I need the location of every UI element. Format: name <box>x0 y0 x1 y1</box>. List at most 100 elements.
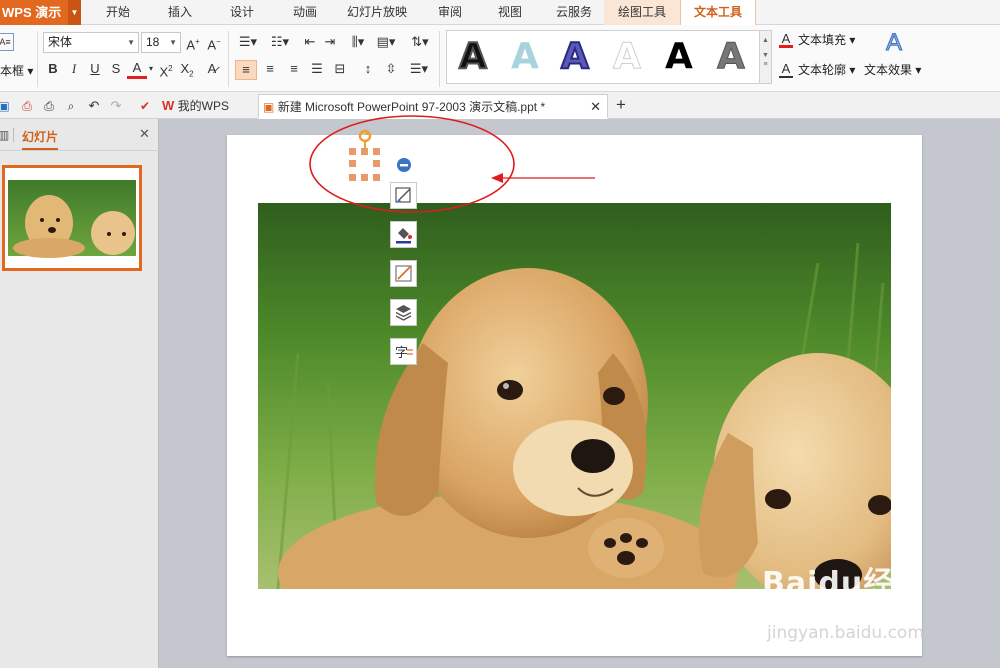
tab-design[interactable]: 设计 <box>220 0 264 25</box>
tab-animation[interactable]: 动画 <box>283 0 327 25</box>
wordart-style-2[interactable]: A <box>511 35 539 79</box>
print-icon[interactable]: ⎙ <box>41 97 57 115</box>
add-tab-icon[interactable]: + <box>612 96 630 114</box>
chevron-down-icon: ▼ <box>169 38 177 47</box>
bold-icon[interactable]: B <box>45 60 61 78</box>
print-preview-icon[interactable]: ⌕ <box>63 97 79 115</box>
text-wrap-button[interactable]: 字 <box>390 338 417 365</box>
text-effect-button[interactable]: 文本效果 ▾ <box>864 62 921 78</box>
ppt-file-icon: ▣ <box>263 100 275 114</box>
wordart-style-6[interactable]: A <box>717 35 746 79</box>
tab-text-tools[interactable]: 文本工具 <box>680 0 756 25</box>
underline-icon[interactable]: U <box>87 60 103 78</box>
layers-icon <box>395 305 412 321</box>
layers-button[interactable] <box>390 299 417 326</box>
tab-slides[interactable]: 幻灯片 <box>22 128 59 150</box>
justify-icon[interactable]: ☰ <box>308 60 326 78</box>
doc-tab-mywps[interactable]: W 我的WPS <box>158 94 256 119</box>
superscript-icon[interactable]: X2 <box>157 60 175 81</box>
bullet-list-icon[interactable]: ☰▾ <box>236 33 260 51</box>
tab-home[interactable]: 开始 <box>96 0 140 25</box>
wordart-style-5[interactable]: A <box>665 35 693 79</box>
align-text-icon[interactable]: ▤▾ <box>374 33 398 51</box>
wordart-style-1[interactable]: A <box>458 35 488 79</box>
font-color-icon[interactable]: A <box>127 59 147 79</box>
divider <box>228 31 229 87</box>
more-icon[interactable]: ≡ <box>760 61 771 68</box>
tab-slideshow[interactable]: 幻灯片放映 <box>342 0 412 25</box>
outline-tab-icon[interactable]: ▥ <box>0 128 9 142</box>
align-right-icon[interactable]: ≡ <box>285 60 303 78</box>
chevron-down-icon[interactable]: ▾ <box>147 60 155 78</box>
numbered-list-icon[interactable]: ☷▾ <box>268 33 292 51</box>
save-icon[interactable]: ▣ <box>0 97 11 115</box>
wordart-style-3[interactable]: A <box>560 35 590 79</box>
slide-thumbnail-image <box>5 168 139 268</box>
grow-font-icon[interactable]: A+ <box>185 33 201 52</box>
outline-button[interactable] <box>390 260 417 287</box>
textbox-icon[interactable]: A≡ <box>0 33 14 51</box>
text-wrap-icon: 字 <box>395 346 413 361</box>
text-orientation-icon[interactable]: ⇅▾ <box>408 33 432 51</box>
watermark-url: jingyan.baidu.com <box>767 623 924 643</box>
tab-insert[interactable]: 插入 <box>158 0 202 25</box>
divider <box>13 128 14 142</box>
app-name: WPS 演示 <box>2 5 62 20</box>
annotation-overlay <box>309 115 595 213</box>
puppies-image <box>258 203 891 589</box>
divider <box>439 31 440 87</box>
wordart-style-4[interactable]: A <box>613 35 642 79</box>
columns-icon[interactable]: ☰▾ <box>406 60 432 78</box>
line-spacing-icon[interactable]: ↕ <box>359 60 377 78</box>
slide-thumbnail-1[interactable] <box>2 165 142 271</box>
subscript-icon[interactable]: X2 <box>178 60 196 84</box>
tab-review[interactable]: 审阅 <box>428 0 472 25</box>
align-left-icon[interactable]: ≡ <box>235 60 257 80</box>
quick-access-more-icon[interactable]: ✔ <box>137 97 153 115</box>
slide-pane: ▥ 幻灯片 ✕ <box>0 119 159 668</box>
shadow-text-icon[interactable]: S <box>108 60 124 78</box>
menu-bar: WPS 演示 ▼ 开始 插入 设计 动画 幻灯片放映 审阅 视图 云服务 绘图工… <box>0 0 1000 25</box>
chevron-up-icon[interactable]: ▲ <box>760 37 771 44</box>
annotation-ellipse <box>309 115 515 213</box>
font-name-select[interactable]: 宋体 ▼ <box>43 32 139 53</box>
puppies-photo[interactable] <box>258 203 891 589</box>
increase-indent-icon[interactable]: ⇥ <box>322 33 338 51</box>
align-center-icon[interactable]: ≡ <box>261 60 279 78</box>
text-fill-button[interactable]: 文本填充 ▾ <box>798 32 855 48</box>
svg-text:字: 字 <box>395 346 408 361</box>
export-pdf-icon[interactable]: ⎙ <box>18 97 36 115</box>
tab-view[interactable]: 视图 <box>488 0 532 25</box>
text-outline-icon[interactable]: A <box>779 60 793 78</box>
close-icon[interactable]: ✕ <box>139 126 150 142</box>
app-menu-dropdown-icon[interactable]: ▼ <box>68 0 81 25</box>
slide-pane-header: ▥ 幻灯片 ✕ <box>0 119 159 151</box>
chevron-down-icon[interactable]: ▼ <box>760 52 771 59</box>
chevron-down-icon: ▼ <box>127 38 135 47</box>
divider <box>37 31 38 87</box>
app-menu-button[interactable]: WPS 演示 ▼ <box>0 0 81 25</box>
font-size-select[interactable]: 18 ▼ <box>141 32 181 53</box>
decrease-indent-icon[interactable]: ⇤ <box>302 33 318 51</box>
undo-icon[interactable]: ↶ <box>86 97 102 115</box>
fill-button[interactable] <box>390 221 417 248</box>
text-fill-icon[interactable]: A <box>779 30 793 48</box>
gallery-scroll[interactable]: ▲ ▼ ≡ <box>760 30 772 84</box>
wps-logo-icon: W <box>162 98 175 113</box>
tab-cloud[interactable]: 云服务 <box>548 0 600 25</box>
ribbon: A≡ 本框 ▾ 宋体 ▼ 18 ▼ A+ A− B I U S A ▾ X2 X2 … <box>0 25 1000 92</box>
outline-icon <box>395 265 412 282</box>
clear-format-icon[interactable]: A̷ <box>203 60 221 78</box>
text-direction-icon[interactable]: ⫼▾ <box>346 33 370 51</box>
distribute-icon[interactable]: ⊟ <box>331 60 349 78</box>
paragraph-spacing-icon[interactable]: ⇳ <box>382 60 400 78</box>
shrink-font-icon[interactable]: A− <box>206 33 222 52</box>
redo-icon[interactable]: ↷ <box>108 97 124 115</box>
wordart-gallery: A A A A A A <box>446 30 760 84</box>
text-effect-icon[interactable]: A <box>882 29 906 57</box>
fill-icon <box>396 228 412 244</box>
text-outline-button[interactable]: 文本轮廓 ▾ <box>798 62 855 78</box>
tab-drawing-tools[interactable]: 绘图工具 <box>604 0 680 25</box>
textbox-label[interactable]: 本框 ▾ <box>0 63 33 79</box>
italic-icon[interactable]: I <box>66 60 82 78</box>
